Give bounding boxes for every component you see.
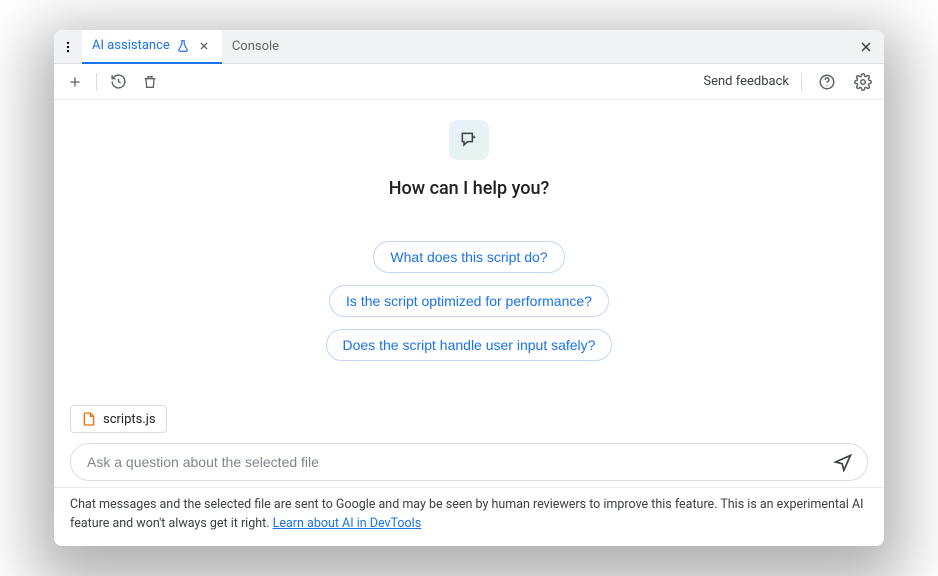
settings-button[interactable] xyxy=(850,69,876,95)
close-panel-button[interactable] xyxy=(848,30,884,64)
more-menu-button[interactable] xyxy=(54,30,82,64)
tab-console[interactable]: Console xyxy=(222,30,289,64)
close-tab-button[interactable] xyxy=(196,38,212,54)
suggestion-button[interactable]: What does this script do? xyxy=(373,241,564,273)
question-input[interactable] xyxy=(87,454,821,470)
selected-file-name: scripts.js xyxy=(103,412,156,427)
disclaimer-text: Chat messages and the selected file are … xyxy=(70,497,864,531)
main-content: How can I help you? What does this scrip… xyxy=(54,100,884,371)
file-icon xyxy=(81,411,97,427)
suggestions-list: What does this script do? Is the script … xyxy=(326,241,613,361)
trash-icon xyxy=(142,74,158,90)
question-input-wrap xyxy=(70,443,868,481)
disclaimer: Chat messages and the selected file are … xyxy=(54,487,884,546)
send-button[interactable] xyxy=(829,448,857,476)
hero-icon-badge xyxy=(449,120,489,160)
close-icon xyxy=(198,40,210,52)
flask-icon xyxy=(176,39,190,53)
gear-icon xyxy=(854,73,872,91)
toolbar: Send feedback xyxy=(54,64,884,100)
input-row xyxy=(54,433,884,487)
help-button[interactable] xyxy=(814,69,840,95)
devtools-panel: AI assistance Console Send feedback xyxy=(54,30,884,546)
tab-label: AI assistance xyxy=(92,38,170,53)
plus-icon xyxy=(67,74,83,90)
selected-file-chip[interactable]: scripts.js xyxy=(70,405,167,433)
tab-label: Console xyxy=(232,39,279,54)
history-icon xyxy=(110,73,127,90)
vertical-dots-icon xyxy=(61,40,75,54)
close-icon xyxy=(858,39,874,55)
separator xyxy=(801,73,802,91)
separator xyxy=(96,73,97,91)
sparkle-chat-icon xyxy=(459,130,479,150)
send-feedback-link[interactable]: Send feedback xyxy=(703,74,789,89)
selected-file-row: scripts.js xyxy=(54,405,884,433)
tab-ai-assistance[interactable]: AI assistance xyxy=(82,30,222,64)
help-icon xyxy=(818,73,836,91)
suggestion-button[interactable]: Is the script optimized for performance? xyxy=(329,285,609,317)
suggestion-button[interactable]: Does the script handle user input safely… xyxy=(326,329,613,361)
new-chat-button[interactable] xyxy=(62,69,88,95)
delete-button[interactable] xyxy=(137,69,163,95)
tab-bar: AI assistance Console xyxy=(54,30,884,64)
hero-title: How can I help you? xyxy=(389,178,549,199)
disclaimer-link[interactable]: Learn about AI in DevTools xyxy=(273,516,422,531)
send-icon xyxy=(833,452,853,472)
history-button[interactable] xyxy=(105,69,131,95)
